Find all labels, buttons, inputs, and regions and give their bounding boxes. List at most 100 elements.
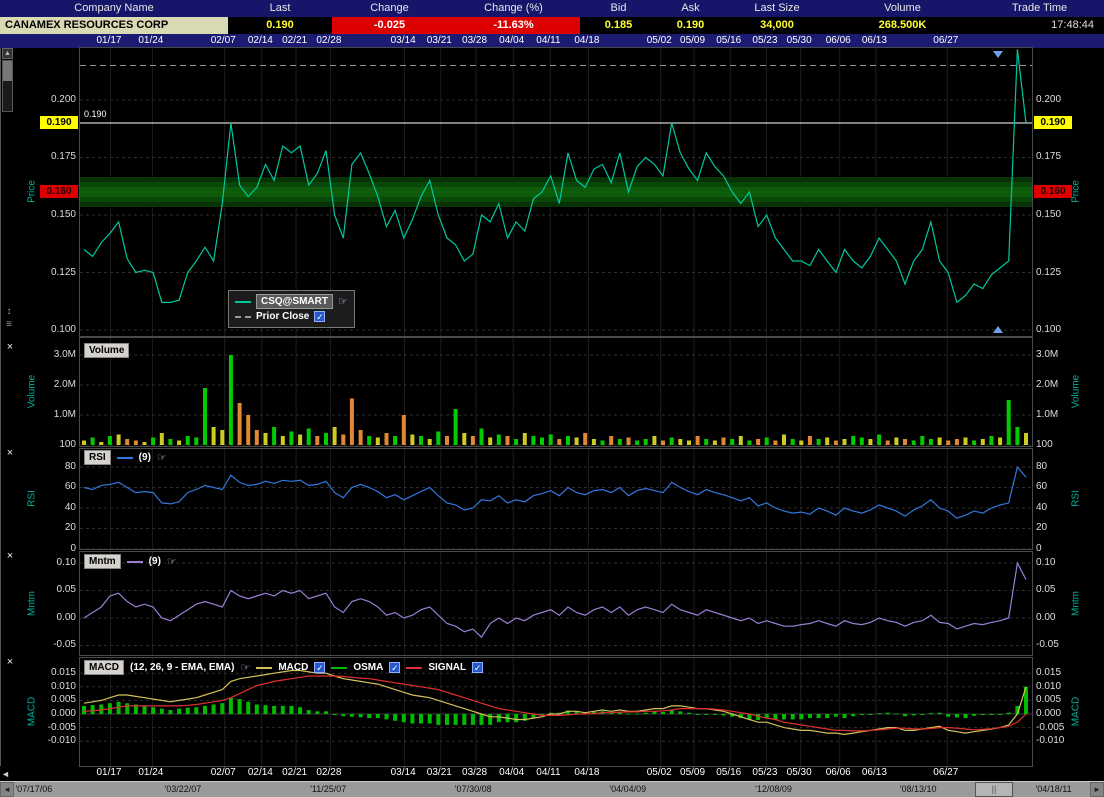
macd-series-label: MACD [278,662,308,673]
prior-close-checkbox[interactable]: ✓ [314,311,325,322]
date-tick: 05/30 [787,35,812,46]
signal-checkbox[interactable]: ✓ [472,662,483,673]
date-tick: 03/28 [462,767,487,778]
y-tick-label: 100 [20,439,76,450]
y-tick-label: 0.010 [1036,681,1092,692]
date-tick: 05/02 [647,35,672,46]
macd-axis-title-left: MACD [27,677,38,747]
mntm-panel-label[interactable]: Mntm [84,554,121,569]
date-tick: 06/27 [933,35,958,46]
date-tick: 04/11 [536,767,560,778]
date-tick: 05/23 [752,767,777,778]
scrollbar-date-label: '07/30/08 [455,784,492,794]
osma-line-sample [331,667,347,669]
price-chart-panel[interactable] [79,47,1033,337]
change-pct-value: -11.63% [447,17,580,34]
ask-value: 0.190 [657,17,724,34]
y-tick-label: 0.200 [20,94,76,105]
macd-panel-label[interactable]: MACD [84,660,124,675]
y-tick-label: -0.010 [1036,735,1092,746]
drag-handle-icon[interactable]: ≡ [3,319,15,331]
date-tick: 02/21 [282,767,307,778]
volume-panel-label[interactable]: Volume [84,343,129,358]
col-bid: Bid [580,0,657,17]
prior-close-label: Prior Close [256,311,309,322]
macd-line-sample [256,667,272,669]
date-tick: 05/23 [752,35,777,46]
scrollbar-left-arrow-icon[interactable]: ◄ [0,782,14,797]
last-price-inline-label: 0.190 [84,109,107,119]
hand-icon[interactable]: ☞ [338,295,348,308]
company-name: CANAMEX RESOURCES CORP [0,17,228,34]
rsi-axis-title-right: RSI [1071,464,1082,534]
window-frame-line [0,48,1,766]
rsi-panel-label[interactable]: RSI [84,450,111,465]
rsi-period-label: (9) [139,452,151,463]
y-tick-label: 60 [1036,481,1092,492]
mntm-line-sample [127,561,143,563]
y-tick-label: 1.0M [1036,409,1092,420]
close-mntm-panel-button[interactable]: × [4,550,16,562]
rsi-axis-title-left: RSI [27,464,38,534]
y-tick-label: 20 [1036,522,1092,533]
date-tick: 01/17 [96,767,121,778]
date-tick: 05/30 [787,767,812,778]
mini-scrollbar-thumb[interactable] [3,61,12,81]
price-axis-title-right: Price [1071,157,1082,227]
timeline-scrollbar-thumb[interactable] [975,782,1013,797]
price-scale-marker-bottom-icon[interactable] [993,326,1003,333]
osma-checkbox[interactable]: ✓ [389,662,400,673]
change-value: -0.025 [332,17,447,34]
date-tick: 03/14 [391,35,416,46]
resize-icon[interactable]: ↕ [3,306,15,318]
left-mini-scrollbar[interactable] [2,60,13,112]
volume-chart-panel[interactable] [79,337,1033,447]
series-name-label[interactable]: CSQ@SMART [256,294,333,309]
date-tick: 02/21 [282,35,307,46]
close-volume-panel-button[interactable]: × [4,341,16,353]
date-tick: 05/09 [680,767,705,778]
hand-icon[interactable]: ☞ [157,451,167,464]
date-tick: 03/21 [427,35,452,46]
date-tick: 02/14 [248,767,273,778]
hand-icon[interactable]: ☞ [167,555,177,568]
y-tick-label: 0.175 [1036,151,1092,162]
mntm-axis-title-left: Mntm [27,568,38,638]
y-tick-label: -0.05 [1036,639,1092,650]
rsi-legend: RSI (9) ☞ [84,450,167,465]
y-tick-label: 80 [1036,461,1092,472]
y-tick-label: 0.200 [1036,94,1092,105]
date-tick: 06/13 [862,767,887,778]
scrollbar-date-label: '04/04/09 [609,784,646,794]
y-tick-label: 0.10 [1036,557,1092,568]
scrollbar-right-arrow-icon[interactable]: ► [1090,782,1104,797]
scroll-up-icon[interactable]: ▲ [2,48,13,59]
close-rsi-panel-button[interactable]: × [4,447,16,459]
scroll-left-icon[interactable]: ◄ [1,768,12,780]
date-tick: 02/28 [316,767,341,778]
date-tick: 03/28 [462,35,487,46]
close-macd-panel-button[interactable]: × [4,656,16,668]
date-tick: 04/11 [536,35,560,46]
hand-icon[interactable]: ☞ [240,661,250,674]
trade-time-value: 17:48:44 [975,17,1104,34]
timeline-scrollbar[interactable]: ◄ ► '07/17/06'03/22/07'11/25/07'07/30/08… [0,781,1104,797]
y-tick-label: 100 [1036,439,1092,450]
rsi-chart-panel[interactable] [79,448,1033,550]
col-volume: Volume [830,0,975,17]
mntm-chart-panel[interactable] [79,551,1033,656]
date-tick: 02/28 [316,35,341,46]
macd-checkbox[interactable]: ✓ [314,662,325,673]
y-tick-label: 40 [1036,502,1092,513]
scrollbar-date-label: '08/13/10 [900,784,937,794]
date-tick: 04/04 [499,767,524,778]
date-tick: 03/14 [391,767,416,778]
col-last-size: Last Size [724,0,830,17]
bid-value: 0.185 [580,17,657,34]
date-tick: 06/06 [826,35,851,46]
price-scale-marker-top-icon[interactable] [993,51,1003,58]
date-tick: 04/18 [574,767,599,778]
y-tick-label: 0.100 [1036,324,1092,335]
band-price-tag-right: 0.160 [1034,185,1072,198]
mntm-axis-title-right: Mntm [1071,568,1082,638]
